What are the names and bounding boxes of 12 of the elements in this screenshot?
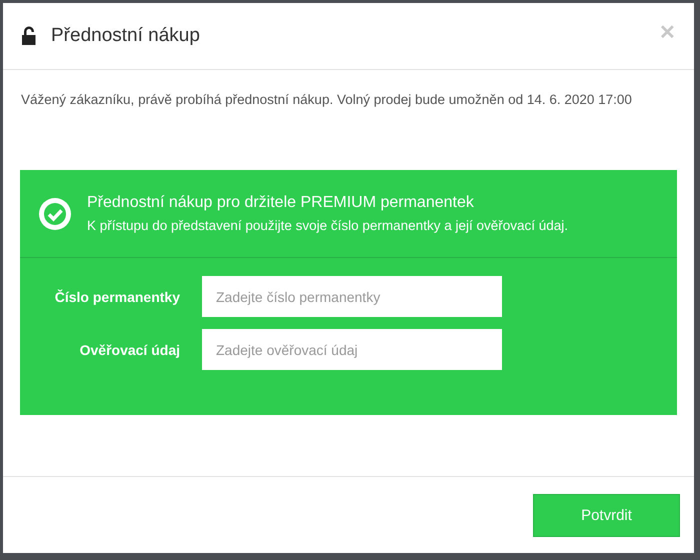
close-button[interactable]: ✕ (659, 20, 676, 44)
field-label: Ověřovací údaj (78, 342, 181, 358)
panel-subtext: K přístupu do představení použijte svoje číslo permanentky a její ověřovací údaj. (87, 218, 568, 233)
dialog-title: Přednostní nákup (51, 25, 201, 47)
notice-text: Vážený zákazníku, právě probíhá přednostní nákup. Volný prodej bude umožněn od 14. 6. 2020 17:00 (20, 91, 633, 109)
confirm-button[interactable]: Potvrdit (533, 494, 680, 536)
lock-icon (21, 26, 37, 46)
check-circle-icon (37, 196, 73, 232)
field-label: Číslo permanentky (54, 288, 181, 304)
input-field[interactable]: Zadejte číslo permanentky (202, 276, 502, 317)
panel-heading: Přednostní nákup pro držitele PREMIUM permanentek (87, 194, 475, 212)
input-field[interactable]: Zadejte ověřovací údaj (202, 329, 502, 370)
